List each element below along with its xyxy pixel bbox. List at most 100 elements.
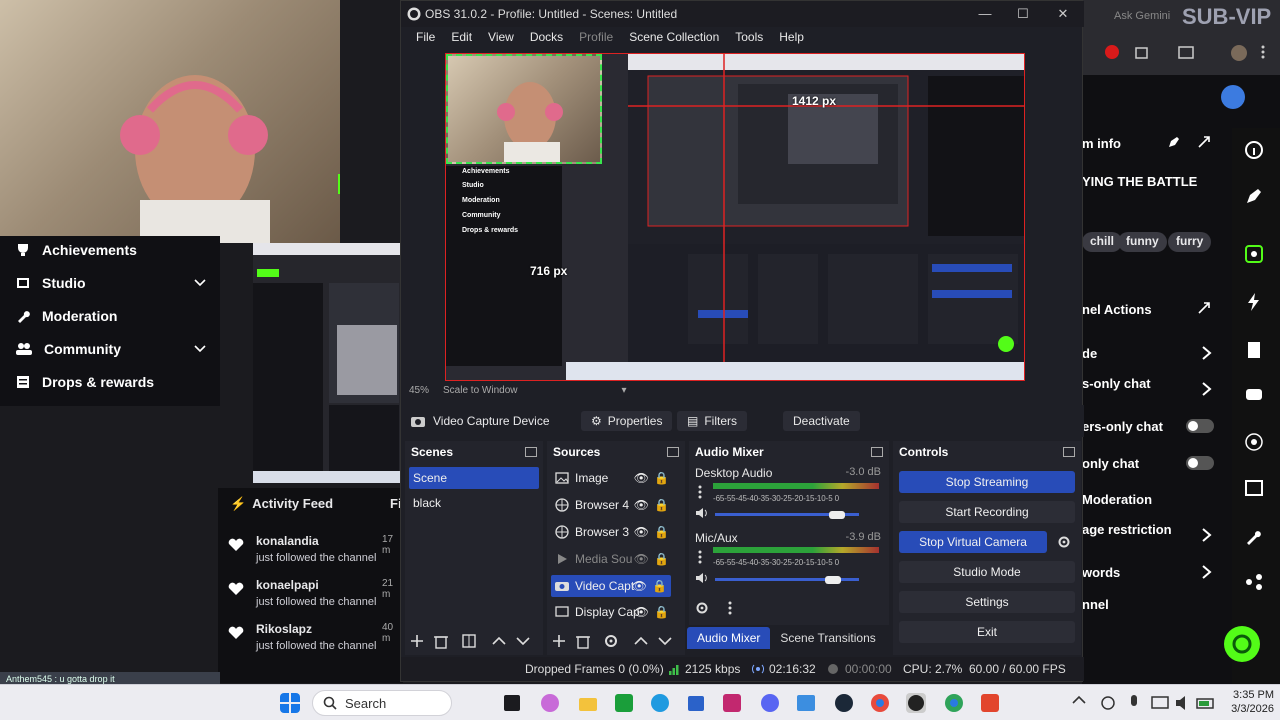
steam-icon[interactable] [834,693,854,713]
copilot-icon[interactable] [540,693,560,713]
chevron-right-icon[interactable] [1200,564,1214,580]
more-vertical-icon[interactable] [697,485,703,499]
photos-icon[interactable] [796,693,816,713]
eye-icon[interactable]: 👁 [634,552,649,566]
scene-item[interactable]: Scene [409,467,539,489]
chevron-right-icon[interactable] [1200,527,1214,543]
ask-gemini-label[interactable]: Ask Gemini [1114,10,1170,22]
microphone-icon[interactable] [1124,693,1144,713]
exit-button[interactable]: Exit [899,621,1075,643]
obs-taskbar-icon[interactable] [906,693,926,713]
tag-chip[interactable]: furry [1168,232,1212,252]
channel-action-row[interactable]: nnel [1082,597,1109,612]
target-icon[interactable] [1244,244,1264,264]
expand-icon[interactable] [1198,136,1210,148]
wrench-icon[interactable] [1244,526,1264,546]
properties-button[interactable]: ⚙ Properties [581,411,673,431]
more-vertical-icon[interactable] [727,601,733,615]
eye-icon[interactable]: 👁 [634,605,649,619]
display-icon[interactable] [1150,693,1170,713]
chevron-down-icon[interactable] [194,279,206,287]
close-icon[interactable]: ✕ [1055,6,1071,22]
broadcast-icon[interactable] [1244,432,1264,452]
channel-action-row[interactable]: only chat [1082,456,1139,471]
gear-icon[interactable] [695,601,709,615]
profile-avatar-icon[interactable] [1230,44,1248,62]
source-item[interactable]: Image 👁 🔒 [551,467,681,489]
lock-icon[interactable]: 🔒 [654,605,669,619]
stop-streaming-button[interactable]: Stop Streaming [899,471,1075,493]
minimize-icon[interactable]: — [977,6,993,22]
channel-action-row[interactable]: words [1082,565,1120,580]
trash-icon[interactable] [433,633,449,649]
recorder-app-icon[interactable] [980,693,1000,713]
deactivate-button[interactable]: Deactivate [783,411,860,431]
layout-icon[interactable] [1244,478,1264,498]
puzzle-icon[interactable] [1134,44,1150,60]
mic-aux-slider-handle[interactable] [825,576,842,584]
filter-icon[interactable] [461,633,477,649]
chrome-icon[interactable] [870,693,890,713]
arrow-down-icon[interactable] [515,633,531,649]
pencil-icon[interactable] [1244,186,1264,206]
feed-item-name[interactable]: Rikoslapz [256,622,312,636]
desktop-audio-slider-handle[interactable] [829,511,846,519]
taskbar-clock[interactable]: 3:35 PM 3/3/2026 [1222,688,1274,716]
eye-icon[interactable]: 👁 [632,579,647,593]
lightning-icon[interactable] [1244,292,1264,312]
add-icon[interactable] [551,633,567,649]
edit-pencil-icon[interactable] [1168,136,1180,148]
preview-zoom[interactable]: 45% [409,385,429,396]
tab-icon[interactable] [1178,44,1194,60]
add-icon[interactable] [409,633,425,649]
channel-action-row[interactable]: ers-only chat [1082,419,1163,434]
feed-item-name[interactable]: konaelpapi [256,578,319,592]
lock-icon[interactable]: 🔒 [654,498,669,512]
lock-icon[interactable]: 🔒 [654,471,669,485]
chevron-right-icon[interactable] [1200,381,1214,397]
channel-action-row[interactable]: age restriction [1082,522,1172,537]
extension-icon[interactable] [1104,44,1120,60]
tab-audio-mixer[interactable]: Audio Mixer [687,627,771,649]
tray-app-icon[interactable] [1098,693,1118,713]
preview-webcam-source[interactable] [446,54,602,164]
lock-icon[interactable]: 🔒 [654,552,669,566]
arrow-down-icon[interactable] [657,633,673,649]
notes-icon[interactable] [1244,340,1264,360]
source-item[interactable]: Display Cap 👁 🔒 [551,601,681,623]
nav-community[interactable]: Community [16,337,206,361]
trash-icon[interactable] [575,633,591,649]
lock-icon[interactable]: 🔒 [652,579,667,593]
channel-action-row[interactable]: Moderation [1082,492,1152,507]
undock-icon[interactable] [871,447,883,457]
channel-action-row[interactable]: s-only chat [1082,376,1151,391]
menu-view[interactable]: View [480,30,522,44]
source-item[interactable]: Video Capt 👁 🔒 [551,575,671,597]
chevron-down-icon[interactable] [194,345,206,353]
xbox-icon[interactable] [614,693,634,713]
info-icon[interactable] [1244,140,1264,160]
menu-help[interactable]: Help [771,30,812,44]
stop-virtual-camera-button[interactable]: Stop Virtual Camera [899,531,1047,553]
source-item[interactable]: Browser 3 👁 🔒 [551,521,681,543]
kick-support-icon[interactable] [1222,624,1262,664]
windows-start-icon[interactable] [280,693,300,713]
tag-chip[interactable]: funny [1118,232,1167,252]
speaker-icon[interactable] [695,572,709,584]
chevron-down-icon[interactable]: ▾ [622,385,627,396]
task-view-icon[interactable] [502,693,522,713]
eye-icon[interactable]: 👁 [634,525,649,539]
gear-icon[interactable] [603,633,619,649]
file-explorer-icon[interactable] [578,693,598,713]
nav-achievements[interactable]: Achievements [16,238,206,262]
arrow-up-icon[interactable] [491,633,507,649]
more-vertical-icon[interactable] [697,550,703,564]
menu-scene-collection[interactable]: Scene Collection [621,30,727,44]
source-item[interactable]: Media Sou 👁 🔒 [551,548,681,570]
menu-tools[interactable]: Tools [727,30,771,44]
undock-icon[interactable] [667,447,679,457]
preview-scale-mode[interactable]: Scale to Window [443,385,517,396]
filters-button[interactable]: ▤ Filters [677,411,748,431]
scene-item[interactable]: black [409,492,539,514]
settings-button[interactable]: Settings [899,591,1075,613]
